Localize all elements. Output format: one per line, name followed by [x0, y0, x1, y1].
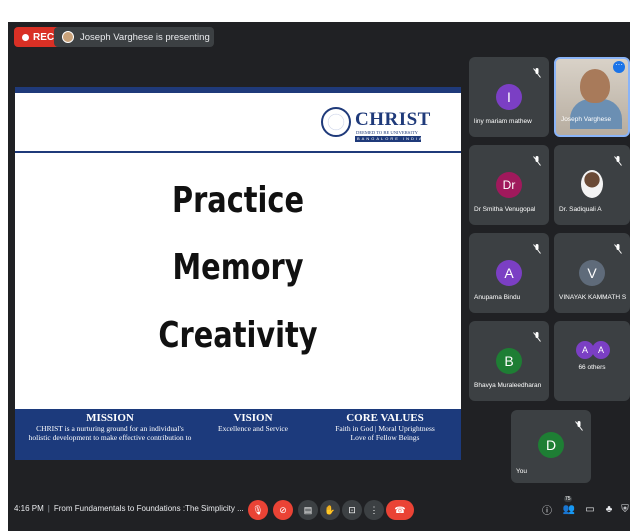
- camera-toggle-button[interactable]: ⊘: [273, 500, 293, 520]
- captions-icon: ▤: [303, 504, 313, 515]
- christ-logo: CHRIST DEEMED TO BE UNIVERSITY BANGALORE…: [321, 107, 431, 153]
- top-bar: REC Joseph Varghese is presenting: [8, 22, 630, 52]
- mic-off-icon: 🎙: [252, 504, 264, 515]
- core-values-line-1: Faith in God | Moral Uprightness: [335, 424, 435, 433]
- core-values-column: CORE VALUES Faith in God | Moral Upright…: [315, 412, 455, 442]
- presenting-text: Joseph Varghese is presenting: [80, 31, 210, 43]
- core-values-title: CORE VALUES: [346, 412, 424, 424]
- logo-name: CHRIST: [355, 109, 431, 130]
- participant-tile[interactable]: Dr. Sadiquali A: [554, 145, 630, 225]
- more-options-icon[interactable]: ···: [613, 61, 625, 73]
- chat-button[interactable]: ▭: [583, 502, 597, 516]
- others-count: 66 others: [578, 364, 606, 371]
- participant-tile[interactable]: Dr Dr Smitha Venugopal: [469, 145, 549, 225]
- avatar: B: [496, 348, 522, 374]
- slide-footer: MISSION CHRIST is a nurturing ground for…: [15, 409, 461, 460]
- mic-off-icon: [575, 418, 583, 431]
- university-seal-icon: [321, 107, 351, 137]
- logo-subtitle: DEEMED TO BE UNIVERSITY: [356, 130, 418, 135]
- profile-photo: [581, 170, 603, 198]
- participant-name: VINAYAK KAMMATH S: [559, 294, 627, 301]
- avatar: I: [496, 84, 522, 110]
- mic-off-icon: [533, 241, 541, 254]
- mic-off-icon: [533, 153, 541, 166]
- participant-name: Dr Smitha Venugopal: [474, 206, 536, 213]
- rec-label: REC: [33, 31, 55, 43]
- leave-call-button[interactable]: ☎: [386, 500, 414, 520]
- participant-name: liny mariam mathew: [474, 118, 532, 125]
- presenting-banner[interactable]: Joseph Varghese is presenting: [54, 27, 214, 47]
- people-icon: 👥: [562, 503, 576, 515]
- bottom-bar: 4:16 PM | From Fundamentals to Foundations…: [8, 490, 630, 531]
- info-icon: ⓘ: [542, 505, 552, 517]
- microphone-toggle-button[interactable]: 🎙: [248, 500, 268, 520]
- more-vert-icon: ⋮: [369, 504, 379, 515]
- slide-divider: [15, 151, 461, 153]
- logo-city: BANGALORE INDIA: [355, 136, 421, 142]
- raise-hand-icon: ✋: [324, 504, 336, 515]
- avatar: A: [496, 260, 522, 286]
- more-options-button[interactable]: ⋮: [364, 500, 384, 520]
- participant-name: Bhavya Muraleedharan: [474, 382, 542, 389]
- participant-tile[interactable]: A Anupama Bindu: [469, 233, 549, 313]
- participant-name: Anupama Bindu: [474, 294, 521, 301]
- presenter-avatar: [62, 31, 74, 43]
- captions-button[interactable]: ▤: [298, 500, 318, 520]
- others-tile[interactable]: A A 66 others: [554, 321, 630, 401]
- clock-time: 4:16 PM: [14, 504, 44, 513]
- avatar: V: [579, 260, 605, 286]
- meet-window: REC Joseph Varghese is presenting CHRIST…: [8, 22, 630, 531]
- participant-tile[interactable]: B Bhavya Muraleedharan: [469, 321, 549, 401]
- slide-top-band: [15, 87, 461, 93]
- slide-word-practice: Practice: [171, 180, 305, 221]
- present-icon: ⊡: [348, 504, 356, 515]
- mission-text: CHRIST is a nurturing ground for an indi…: [28, 424, 192, 442]
- hang-up-icon: ☎: [394, 504, 406, 515]
- participant-name: Joseph Varghese: [561, 116, 612, 123]
- core-values-line-2: Love of Fellow Beings: [350, 433, 420, 442]
- people-button[interactable]: 75 👥: [562, 496, 576, 516]
- meeting-details-button[interactable]: ⓘ: [540, 502, 554, 517]
- participant-name: You: [516, 468, 527, 475]
- meeting-title: From Fundamentals to Foundations :The Si…: [53, 504, 244, 513]
- self-tile[interactable]: D You: [511, 410, 591, 483]
- camera-off-icon: ⊘: [279, 504, 287, 515]
- present-screen-button[interactable]: ⊡: [342, 500, 362, 520]
- mission-title: MISSION: [86, 412, 134, 424]
- avatar: A: [592, 341, 610, 359]
- mic-off-icon: [614, 241, 622, 254]
- mic-off-icon: [533, 329, 541, 342]
- participant-video-body: [570, 99, 622, 129]
- slide-word-creativity: Creativity: [158, 315, 318, 356]
- vision-title: VISION: [233, 412, 273, 424]
- participant-name: Dr. Sadiquali A: [559, 206, 602, 213]
- avatar: D: [538, 432, 564, 458]
- record-dot-icon: [22, 33, 29, 41]
- participant-tile-active-speaker[interactable]: ··· Joseph Varghese: [554, 57, 630, 137]
- mission-column: MISSION CHRIST is a nurturing ground for…: [25, 412, 195, 442]
- activities-button[interactable]: ♣: [602, 502, 616, 516]
- participant-video-face: [580, 69, 610, 103]
- mic-off-icon: [614, 153, 622, 166]
- presentation-slide: CHRIST DEEMED TO BE UNIVERSITY BANGALORE…: [15, 87, 461, 460]
- people-count-badge: 75: [564, 496, 572, 502]
- activities-icon: ♣: [605, 503, 613, 515]
- participant-tile[interactable]: I liny mariam mathew: [469, 57, 549, 137]
- slide-word-memory: Memory: [172, 247, 304, 288]
- avatar: Dr: [496, 172, 522, 198]
- participant-tile[interactable]: V VINAYAK KAMMATH S: [554, 233, 630, 313]
- mic-off-icon: [533, 65, 541, 78]
- vision-text: Excellence and Service: [218, 424, 288, 433]
- meeting-info: 4:16 PM | From Fundamentals to Foundations…: [14, 504, 244, 513]
- vision-column: VISION Excellence and Service: [203, 412, 303, 433]
- chat-icon: ▭: [585, 503, 595, 515]
- raise-hand-button[interactable]: ✋: [320, 500, 340, 520]
- shield-icon: ⛨: [621, 503, 629, 515]
- separator: |: [47, 504, 50, 513]
- host-controls-button[interactable]: ⛨: [618, 502, 630, 516]
